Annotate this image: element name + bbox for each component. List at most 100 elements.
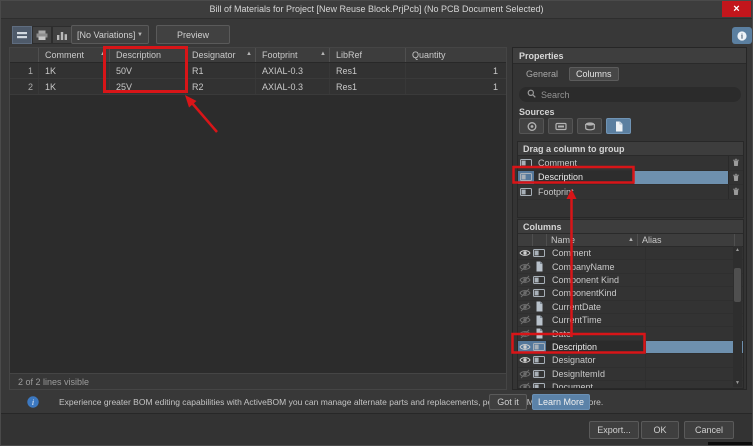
cancel-button[interactable]: Cancel	[684, 421, 734, 439]
tab-general[interactable]: General	[519, 67, 565, 81]
columns-list: CommentCompanyNameComponent KindComponen…	[518, 247, 743, 389]
bom-column-header[interactable]	[10, 48, 38, 62]
table-cell: 1	[405, 79, 506, 94]
column-alias[interactable]	[645, 381, 743, 389]
table-cell: 25V	[109, 79, 185, 94]
tab-columns[interactable]: Columns	[569, 67, 619, 81]
scroll-up-icon[interactable]: ▲	[733, 246, 742, 254]
info-button[interactable]: i	[732, 27, 752, 44]
column-alias[interactable]	[645, 368, 743, 380]
alias-column-header[interactable]: Alias	[642, 235, 662, 245]
eye-icon	[519, 355, 531, 365]
column-name: Document	[546, 381, 645, 389]
table-row[interactable]: 21K25VR2AXIAL-0.3Res11	[10, 79, 506, 95]
document-type-icon	[532, 314, 546, 326]
document-type-icon	[532, 327, 546, 339]
visibility-eye-off-icon[interactable]	[518, 381, 532, 389]
source-card-button[interactable]	[548, 118, 573, 134]
visibility-eye-off-icon[interactable]	[518, 368, 532, 380]
visibility-eye-off-icon[interactable]	[518, 327, 532, 339]
table-cell: Res1	[329, 63, 405, 78]
bom-column-header-description[interactable]: Description	[109, 48, 185, 62]
delete-group-button[interactable]	[728, 185, 743, 199]
group-item-label: Description	[534, 171, 634, 185]
export-button[interactable]: Export...	[589, 421, 639, 439]
column-alias[interactable]	[645, 247, 743, 259]
name-column-header[interactable]: Name	[551, 235, 575, 245]
columns-list-item-designator[interactable]: Designator	[518, 354, 743, 367]
bom-column-header-footprint[interactable]: Footprint▲	[255, 48, 329, 62]
columns-list-item-component-kind[interactable]: Component Kind	[518, 274, 743, 287]
bom-column-header-quantity[interactable]: Quantity	[405, 48, 506, 62]
column-alias[interactable]	[645, 354, 743, 366]
columns-list-item-componentkind[interactable]: ComponentKind	[518, 287, 743, 300]
column-alias[interactable]	[646, 341, 743, 353]
bar-chart-icon	[56, 30, 68, 41]
column-alias[interactable]	[645, 314, 743, 326]
columns-list-item-comment[interactable]: Comment	[518, 247, 743, 260]
visibility-eye-off-icon[interactable]	[518, 314, 532, 326]
properties-panel: Properties General Columns Search Source…	[512, 47, 747, 390]
learn-more-button[interactable]: Learn More	[532, 394, 590, 410]
columns-list-item-description[interactable]: Description	[518, 341, 743, 354]
header-label: Description	[116, 50, 161, 60]
column-type-icon	[532, 354, 546, 366]
visibility-eye-off-icon[interactable]	[518, 301, 532, 313]
header-label: LibRef	[336, 50, 362, 60]
trash-icon	[732, 158, 740, 167]
doc-type-icon	[535, 261, 544, 272]
column-alias[interactable]	[645, 287, 743, 299]
column-alias[interactable]	[645, 260, 743, 272]
screen-behind-patch	[708, 442, 753, 446]
column-name: Designator	[546, 354, 645, 366]
bom-column-header-comment[interactable]: Comment▲	[38, 48, 109, 62]
columns-list-item-designitemid[interactable]: DesignItemId	[518, 368, 743, 381]
column-type-icon	[532, 341, 546, 353]
column-alias[interactable]	[645, 301, 743, 313]
columns-list-item-date[interactable]: Date	[518, 327, 743, 340]
column-type-icon	[533, 355, 545, 365]
column-name: Comment	[546, 247, 645, 259]
columns-list-item-currentdate[interactable]: CurrentDate	[518, 301, 743, 314]
group-item-label: Footprint	[534, 185, 728, 199]
list-view-button[interactable]	[12, 26, 32, 44]
scrollbar-thumb[interactable]	[734, 268, 741, 302]
visibility-eye-icon[interactable]	[518, 341, 532, 353]
search-input[interactable]: Search	[519, 87, 741, 102]
delete-group-button[interactable]	[728, 156, 743, 170]
visibility-eye-off-icon[interactable]	[518, 287, 532, 299]
columns-list-item-document[interactable]: Document	[518, 381, 743, 389]
printer-button[interactable]	[32, 26, 52, 44]
column-alias[interactable]	[645, 327, 743, 339]
source-document-button[interactable]	[606, 118, 631, 134]
scrollbar[interactable]: ▲ ▼	[733, 246, 742, 387]
got-it-button[interactable]: Got it	[489, 394, 527, 410]
delete-group-button[interactable]	[728, 171, 743, 185]
columns-list-item-companyname[interactable]: CompanyName	[518, 260, 743, 273]
bar-chart-button[interactable]	[52, 26, 72, 44]
sources-buttons	[519, 118, 631, 134]
chevron-down-icon: ▼	[137, 32, 143, 38]
preview-button[interactable]: Preview	[156, 25, 230, 44]
bom-column-header-designator[interactable]: Designator▲	[185, 48, 255, 62]
scroll-down-icon[interactable]: ▼	[733, 379, 742, 387]
group-item-description[interactable]: Description	[518, 171, 743, 186]
variations-dropdown[interactable]: [No Variations] ▼	[71, 25, 149, 44]
header-label: Designator	[192, 50, 236, 60]
visibility-eye-off-icon[interactable]	[518, 274, 532, 286]
bom-column-header-libref[interactable]: LibRef	[329, 48, 405, 62]
bom-table-header: Comment▲ Description Designator▲Footprint▲…	[10, 48, 506, 63]
visibility-eye-icon[interactable]	[518, 247, 532, 259]
table-row[interactable]: 11K50VR1AXIAL-0.3Res11	[10, 63, 506, 79]
close-button[interactable]: ×	[722, 1, 751, 17]
trash-icon	[732, 187, 740, 196]
source-database-button[interactable]	[577, 118, 602, 134]
group-item-footprint[interactable]: Footprint	[518, 185, 743, 200]
visibility-eye-icon[interactable]	[518, 354, 532, 366]
ok-button[interactable]: OK	[641, 421, 679, 439]
column-alias[interactable]	[645, 274, 743, 286]
visibility-eye-off-icon[interactable]	[518, 260, 532, 272]
source-server-button[interactable]	[519, 118, 544, 134]
group-item-comment[interactable]: Comment	[518, 156, 743, 171]
columns-list-item-currenttime[interactable]: CurrentTime	[518, 314, 743, 327]
